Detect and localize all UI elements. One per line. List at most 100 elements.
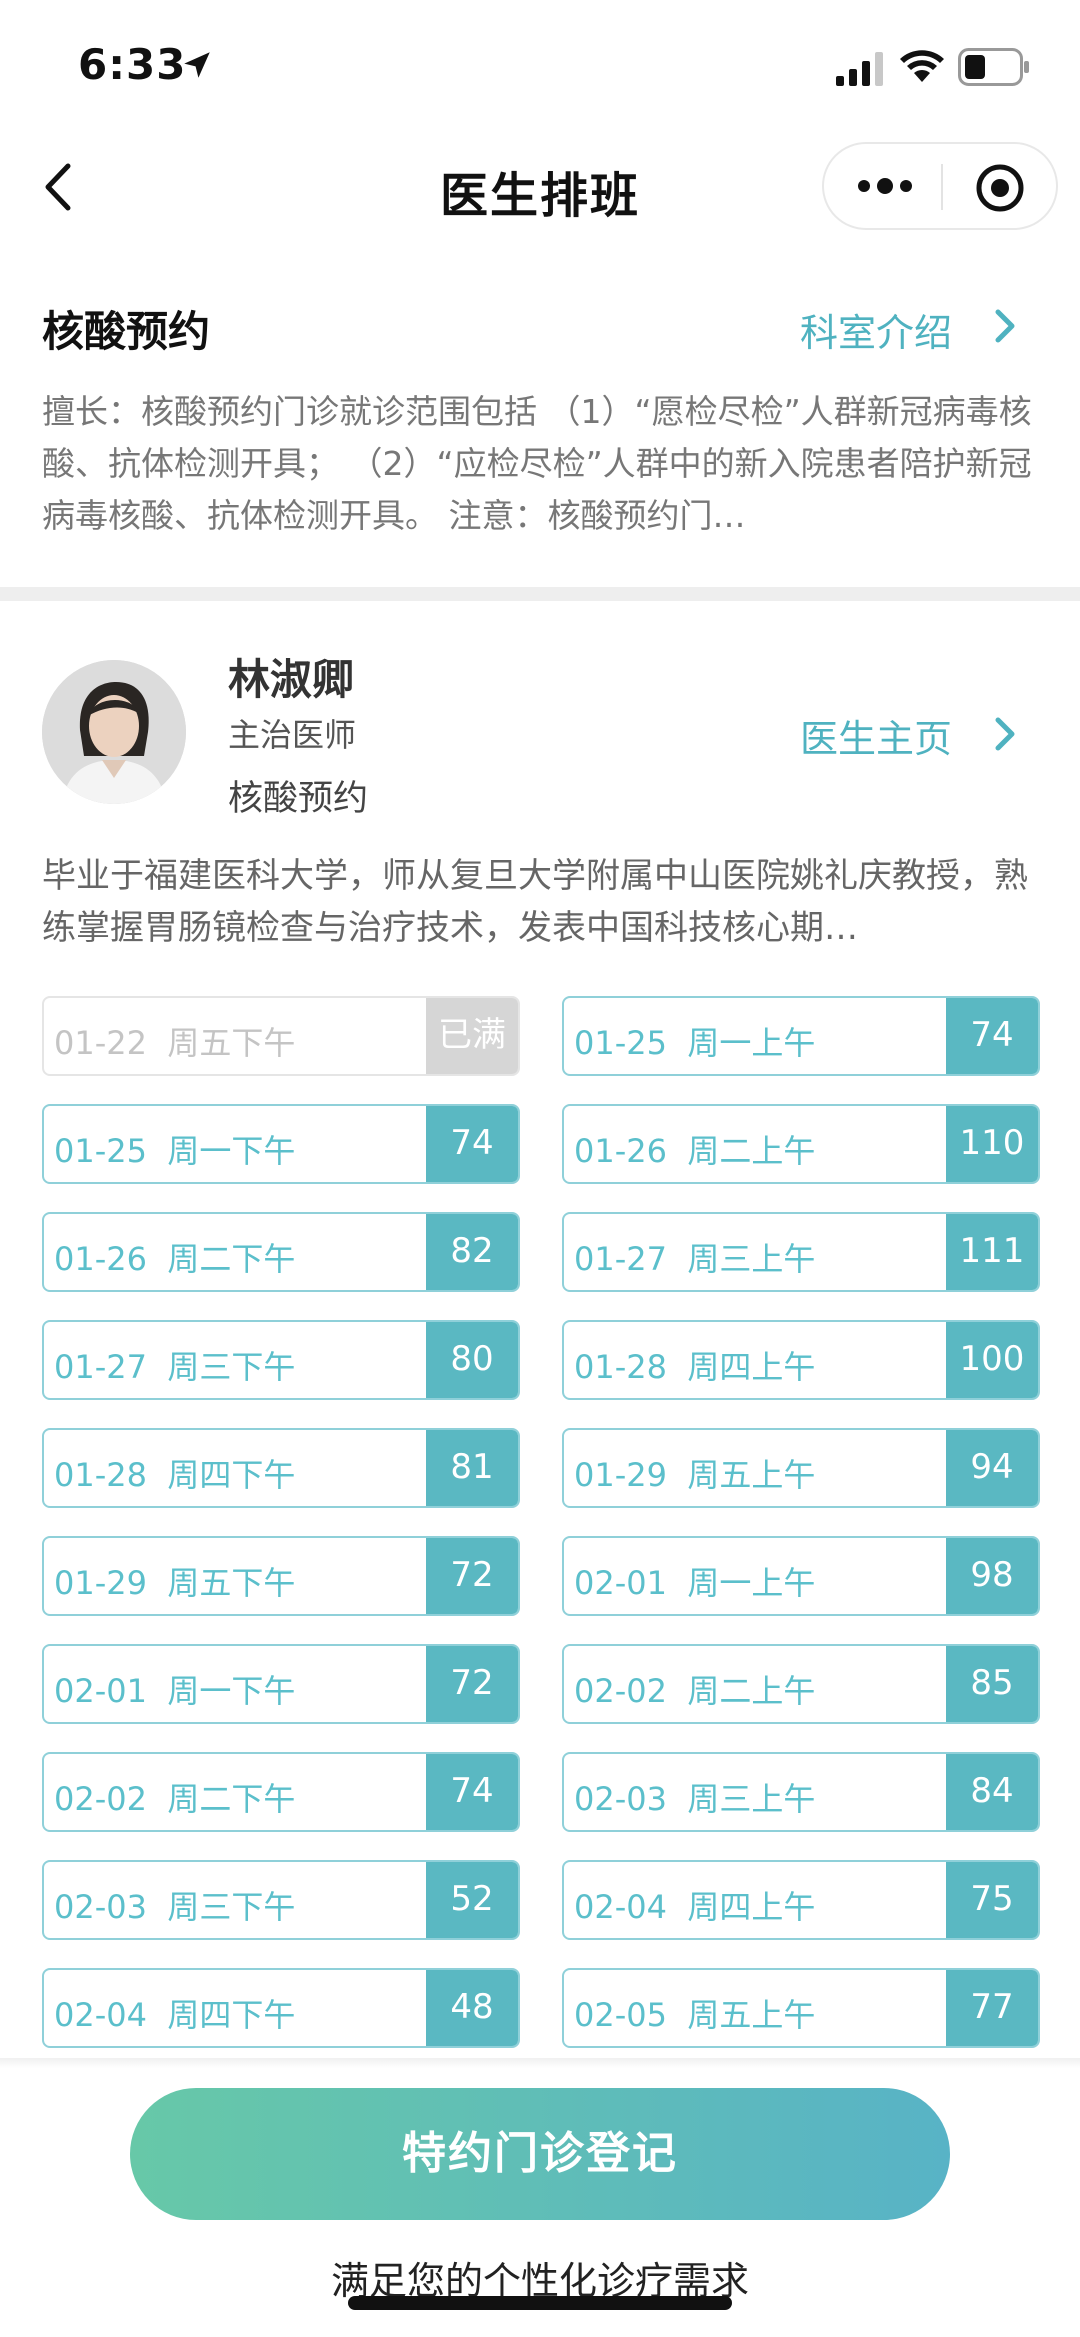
location-arrow-icon [184,52,210,78]
home-indicator [348,2296,732,2310]
slot-date-session: 02-04 周四下午 [54,1990,295,2036]
slot-full-badge: 已满 [426,998,518,1074]
status-time: 6:33 [78,40,187,89]
department-intro-link[interactable]: 科室介绍 [800,302,952,357]
slot-date-session: 02-05 周五上午 [574,1990,815,2036]
slot-date-session: 01-28 周四上午 [574,1342,815,1388]
slot-session: 周五下午 [167,1024,296,1062]
schedule-slot[interactable]: 02-01 周一上午 98 [562,1536,1040,1616]
schedule-slot[interactable]: 01-27 周三上午 111 [562,1212,1040,1292]
schedule-slot[interactable]: 01-26 周二上午 110 [562,1104,1040,1184]
more-icon[interactable] [854,166,916,206]
slot-date-session: 01-29 周五下午 [54,1558,295,1604]
schedule-slot[interactable]: 01-29 周五上午 94 [562,1428,1040,1508]
slot-remaining-count: 94 [946,1430,1038,1506]
slot-session: 周三上午 [687,1780,816,1818]
slot-remaining-count: 74 [426,1106,518,1182]
chevron-right-icon[interactable] [994,308,1016,344]
wifi-icon [900,50,944,82]
slot-remaining-count: 72 [426,1538,518,1614]
slot-remaining-count: 74 [946,998,1038,1074]
chevron-right-icon[interactable] [994,716,1016,752]
schedule-slot[interactable]: 01-25 周一下午 74 [42,1104,520,1184]
slot-session: 周五上午 [687,1996,816,2034]
slot-session: 周二上午 [687,1672,816,1710]
slot-date-session: 02-04 周四上午 [574,1882,815,1928]
slot-session: 周三下午 [167,1888,296,1926]
slot-date: 02-05 [574,1996,667,2034]
cellular-signal-icon [836,52,883,86]
slot-remaining-count: 84 [946,1754,1038,1830]
battery-icon [958,48,1029,86]
slot-session: 周四上午 [687,1888,816,1926]
schedule-slot: 01-22 周五下午 已满 [42,996,520,1076]
slot-remaining-count: 77 [946,1970,1038,2046]
slot-date: 01-25 [54,1132,147,1170]
slot-date: 01-26 [54,1240,147,1278]
schedule-slot[interactable]: 01-27 周三下午 80 [42,1320,520,1400]
slot-session: 周三下午 [167,1348,296,1386]
schedule-slot[interactable]: 01-26 周二下午 82 [42,1212,520,1292]
slot-remaining-count: 111 [946,1214,1038,1290]
schedule-slot[interactable]: 01-28 周四下午 81 [42,1428,520,1508]
slot-date-session: 02-02 周二上午 [574,1666,815,1712]
slot-date-session: 01-29 周五上午 [574,1450,815,1496]
status-bar: 6:33 [0,0,1080,130]
slot-date-session: 02-01 周一下午 [54,1666,295,1712]
slot-date: 01-28 [54,1456,147,1494]
bottom-bar-shadow [0,2058,1080,2068]
slot-date: 02-04 [574,1888,667,1926]
slot-date: 01-27 [54,1348,147,1386]
slot-date: 02-01 [574,1564,667,1602]
slot-date: 01-27 [574,1240,667,1278]
slot-date-session: 02-01 周一上午 [574,1558,815,1604]
slot-session: 周一上午 [687,1024,816,1062]
doctor-homepage-link[interactable]: 医生主页 [800,708,952,763]
schedule-slot[interactable]: 01-29 周五下午 72 [42,1536,520,1616]
schedule-slot[interactable]: 01-28 周四上午 100 [562,1320,1040,1400]
slot-session: 周一下午 [167,1132,296,1170]
department-name: 核酸预约 [42,307,211,356]
slot-date-session: 01-27 周三上午 [574,1234,815,1280]
slot-remaining-count: 52 [426,1862,518,1938]
doctor-name: 林淑卿 [228,655,355,704]
slot-remaining-count: 72 [426,1646,518,1722]
slot-date: 02-04 [54,1996,147,2034]
slot-date: 01-29 [574,1456,667,1494]
section-divider [0,587,1080,601]
schedule-slot[interactable]: 01-25 周一上午 74 [562,996,1040,1076]
schedule-slot[interactable]: 02-02 周二下午 74 [42,1752,520,1832]
schedule-slot[interactable]: 02-03 周三下午 52 [42,1860,520,1940]
slot-remaining-count: 48 [426,1970,518,2046]
slot-remaining-count: 81 [426,1430,518,1506]
close-miniprogram-icon[interactable] [974,162,1026,214]
slot-date: 01-29 [54,1564,147,1602]
doctor-description: 毕业于福建医科大学，师从复旦大学附属中山医院姚礼庆教授，熟练掌握胃肠镜检查与治疗… [42,856,1028,948]
slot-date: 02-02 [54,1780,147,1818]
slot-session: 周四上午 [687,1348,816,1386]
slot-date-session: 02-03 周三下午 [54,1882,295,1928]
slot-session: 周一下午 [167,1672,296,1710]
schedule-slot[interactable]: 02-04 周四下午 48 [42,1968,520,2048]
slot-date-session: 01-25 周一下午 [54,1126,295,1172]
slot-date-session: 02-03 周三上午 [574,1774,815,1820]
slot-date: 02-01 [54,1672,147,1710]
slot-remaining-count: 85 [946,1646,1038,1722]
slot-session: 周四下午 [167,1996,296,2034]
department-description: 擅长：核酸预约门诊就诊范围包括 （1）“愿检尽检”人群新冠病毒核酸、抗体检测开具… [42,392,1032,535]
schedule-slot[interactable]: 02-03 周三上午 84 [562,1752,1040,1832]
slot-date-session: 01-26 周二上午 [574,1126,815,1172]
special-clinic-register-button[interactable]: 特约门诊登记 [130,2088,950,2220]
schedule-slot[interactable]: 02-02 周二上午 85 [562,1644,1040,1724]
slot-date: 02-02 [574,1672,667,1710]
schedule-slot[interactable]: 02-04 周四上午 75 [562,1860,1040,1940]
slot-date: 01-22 [54,1024,147,1062]
capsule-divider [941,164,943,210]
schedule-slot[interactable]: 02-01 周一下午 72 [42,1644,520,1724]
slot-session: 周四下午 [167,1456,296,1494]
slot-remaining-count: 75 [946,1862,1038,1938]
schedule-slot[interactable]: 02-05 周五上午 77 [562,1968,1040,2048]
slot-date-session: 01-27 周三下午 [54,1342,295,1388]
slot-date: 01-26 [574,1132,667,1170]
slot-remaining-count: 110 [946,1106,1038,1182]
